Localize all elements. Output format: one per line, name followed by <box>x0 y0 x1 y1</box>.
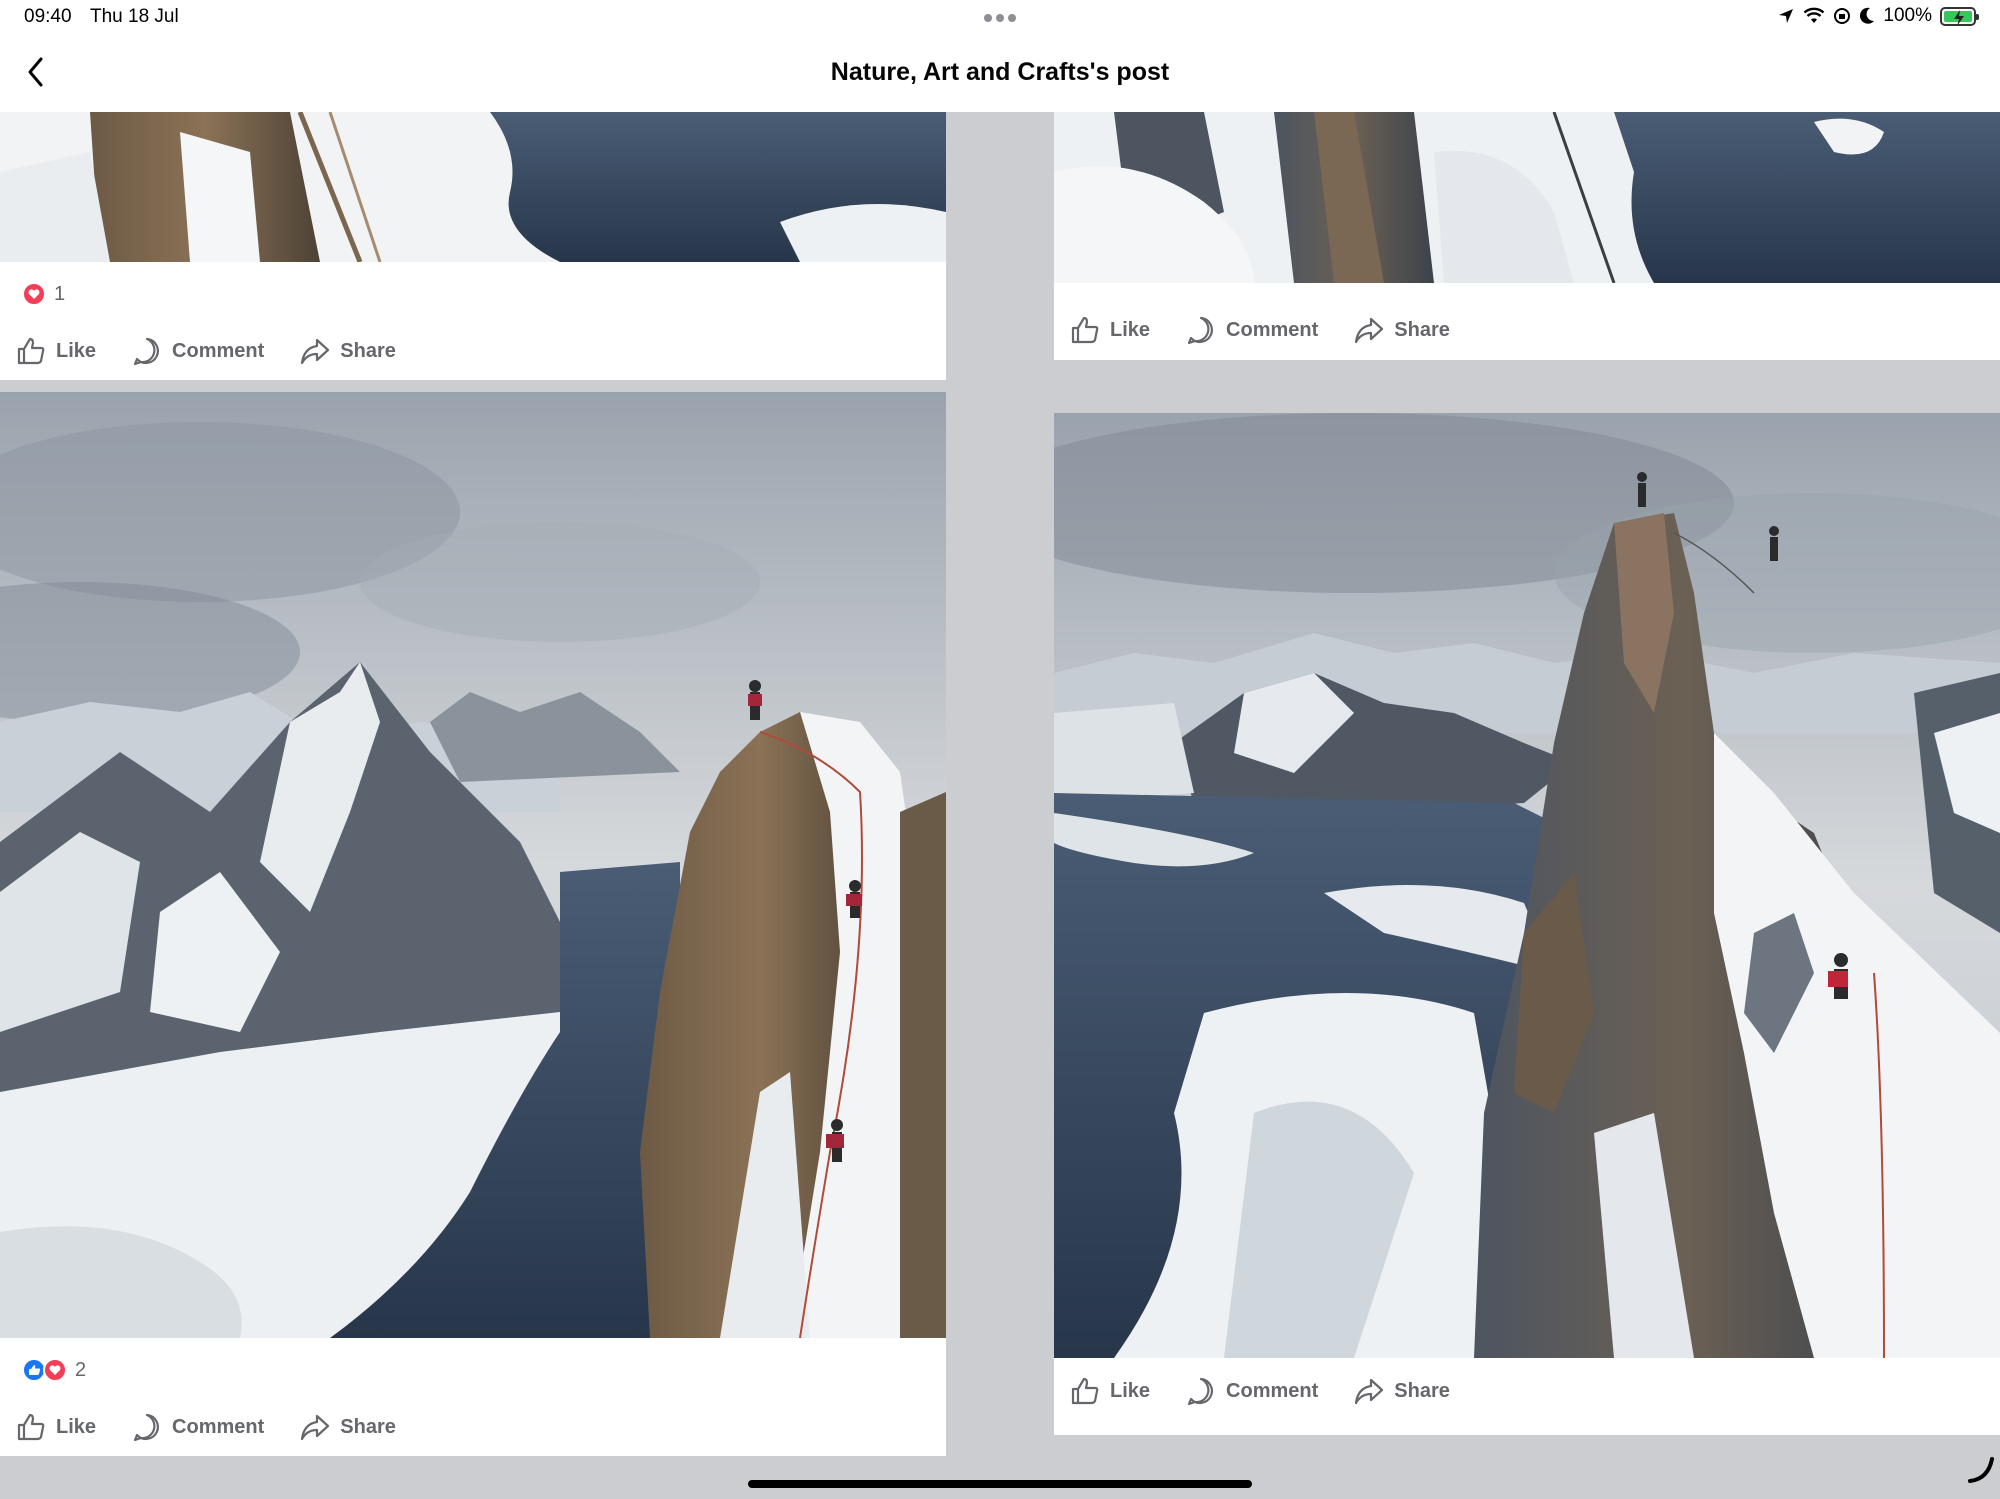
reaction-count: 1 <box>54 282 66 305</box>
post-card: 2 Like Comment Share <box>0 392 946 1456</box>
share-button[interactable]: Share <box>1354 315 1450 345</box>
thumbs-up-icon <box>17 337 45 365</box>
location-icon <box>1779 9 1794 23</box>
thumbs-up-icon <box>17 1413 45 1441</box>
like-button[interactable]: Like <box>1070 1376 1150 1406</box>
share-label: Share <box>340 339 396 362</box>
like-label: Like <box>56 1415 97 1438</box>
share-label: Share <box>340 1415 396 1438</box>
reaction-summary[interactable]: 1 <box>22 280 65 308</box>
post-photo[interactable] <box>0 392 946 1338</box>
like-button[interactable]: Like <box>16 1412 96 1442</box>
share-label: Share <box>1394 318 1450 341</box>
post-action-bar: Like Comment Share <box>16 1407 432 1447</box>
comment-icon <box>1187 316 1213 345</box>
status-time: 09:40 <box>24 6 72 27</box>
battery-percentage: 100% <box>1883 5 1932 26</box>
thumbs-up-icon <box>1071 316 1099 344</box>
post-card: Like Comment Share <box>1054 413 2000 1435</box>
like-button[interactable]: Like <box>1070 315 1150 345</box>
resize-handle-icon[interactable] <box>1966 1455 1996 1485</box>
love-reaction-icon <box>43 1358 67 1382</box>
like-label: Like <box>56 339 97 362</box>
home-indicator[interactable] <box>748 1480 1252 1488</box>
status-date: Thu 18 Jul <box>90 6 179 27</box>
battery-icon <box>1940 6 1979 26</box>
thumbs-up-icon <box>1071 1377 1099 1405</box>
post-action-bar: Like Comment Share <box>1070 1371 1486 1411</box>
comment-button[interactable]: Comment <box>1186 1376 1318 1406</box>
lock-rotation-icon <box>1834 8 1851 24</box>
multitasking-dots[interactable] <box>984 14 1016 22</box>
reaction-count: 2 <box>75 1358 87 1381</box>
comment-icon <box>133 1413 159 1442</box>
like-label: Like <box>1110 318 1151 341</box>
share-icon <box>1355 1378 1384 1405</box>
comment-button[interactable]: Comment <box>132 1412 264 1442</box>
post-photo[interactable] <box>0 112 946 262</box>
share-button[interactable]: Share <box>300 1412 396 1442</box>
post-photo[interactable] <box>1054 112 2000 283</box>
status-bar: 09:40 Thu 18 Jul 100% <box>0 0 2000 34</box>
share-button[interactable]: Share <box>300 336 396 366</box>
wifi-icon <box>1804 7 1825 23</box>
post-action-bar: Like Comment Share <box>16 331 432 371</box>
like-label: Like <box>1110 1379 1151 1402</box>
status-indicators: 100% <box>1777 5 1979 27</box>
comment-icon <box>133 337 159 366</box>
feed-column-left[interactable]: 1 Like Comment Share 2 Like Comment Shar… <box>0 112 946 1462</box>
page-title: Nature, Art and Crafts's post <box>830 58 1170 86</box>
like-button[interactable]: Like <box>16 336 96 366</box>
comment-icon <box>1187 1377 1213 1406</box>
comment-label: Comment <box>172 339 265 362</box>
moon-icon <box>1860 7 1875 24</box>
comment-label: Comment <box>1226 1379 1319 1402</box>
share-icon <box>1355 317 1384 344</box>
feed-column-right[interactable]: Like Comment Share Like Comment Share <box>1054 112 2000 1462</box>
share-icon <box>301 338 330 365</box>
post-card: 1 Like Comment Share <box>0 112 946 380</box>
share-icon <box>301 1414 330 1441</box>
post-photo[interactable] <box>1054 413 2000 1358</box>
post-card: Like Comment Share <box>1054 112 2000 360</box>
post-action-bar: Like Comment Share <box>1070 310 1486 350</box>
comment-label: Comment <box>172 1415 265 1438</box>
comment-button[interactable]: Comment <box>1186 315 1318 345</box>
navigation-bar: Nature, Art and Crafts's post <box>0 34 2000 112</box>
reaction-summary[interactable]: 2 <box>22 1356 86 1384</box>
comment-button[interactable]: Comment <box>132 336 264 366</box>
share-button[interactable]: Share <box>1354 1376 1450 1406</box>
comment-label: Comment <box>1226 318 1319 341</box>
love-reaction-icon <box>22 282 46 306</box>
share-label: Share <box>1394 1379 1450 1402</box>
